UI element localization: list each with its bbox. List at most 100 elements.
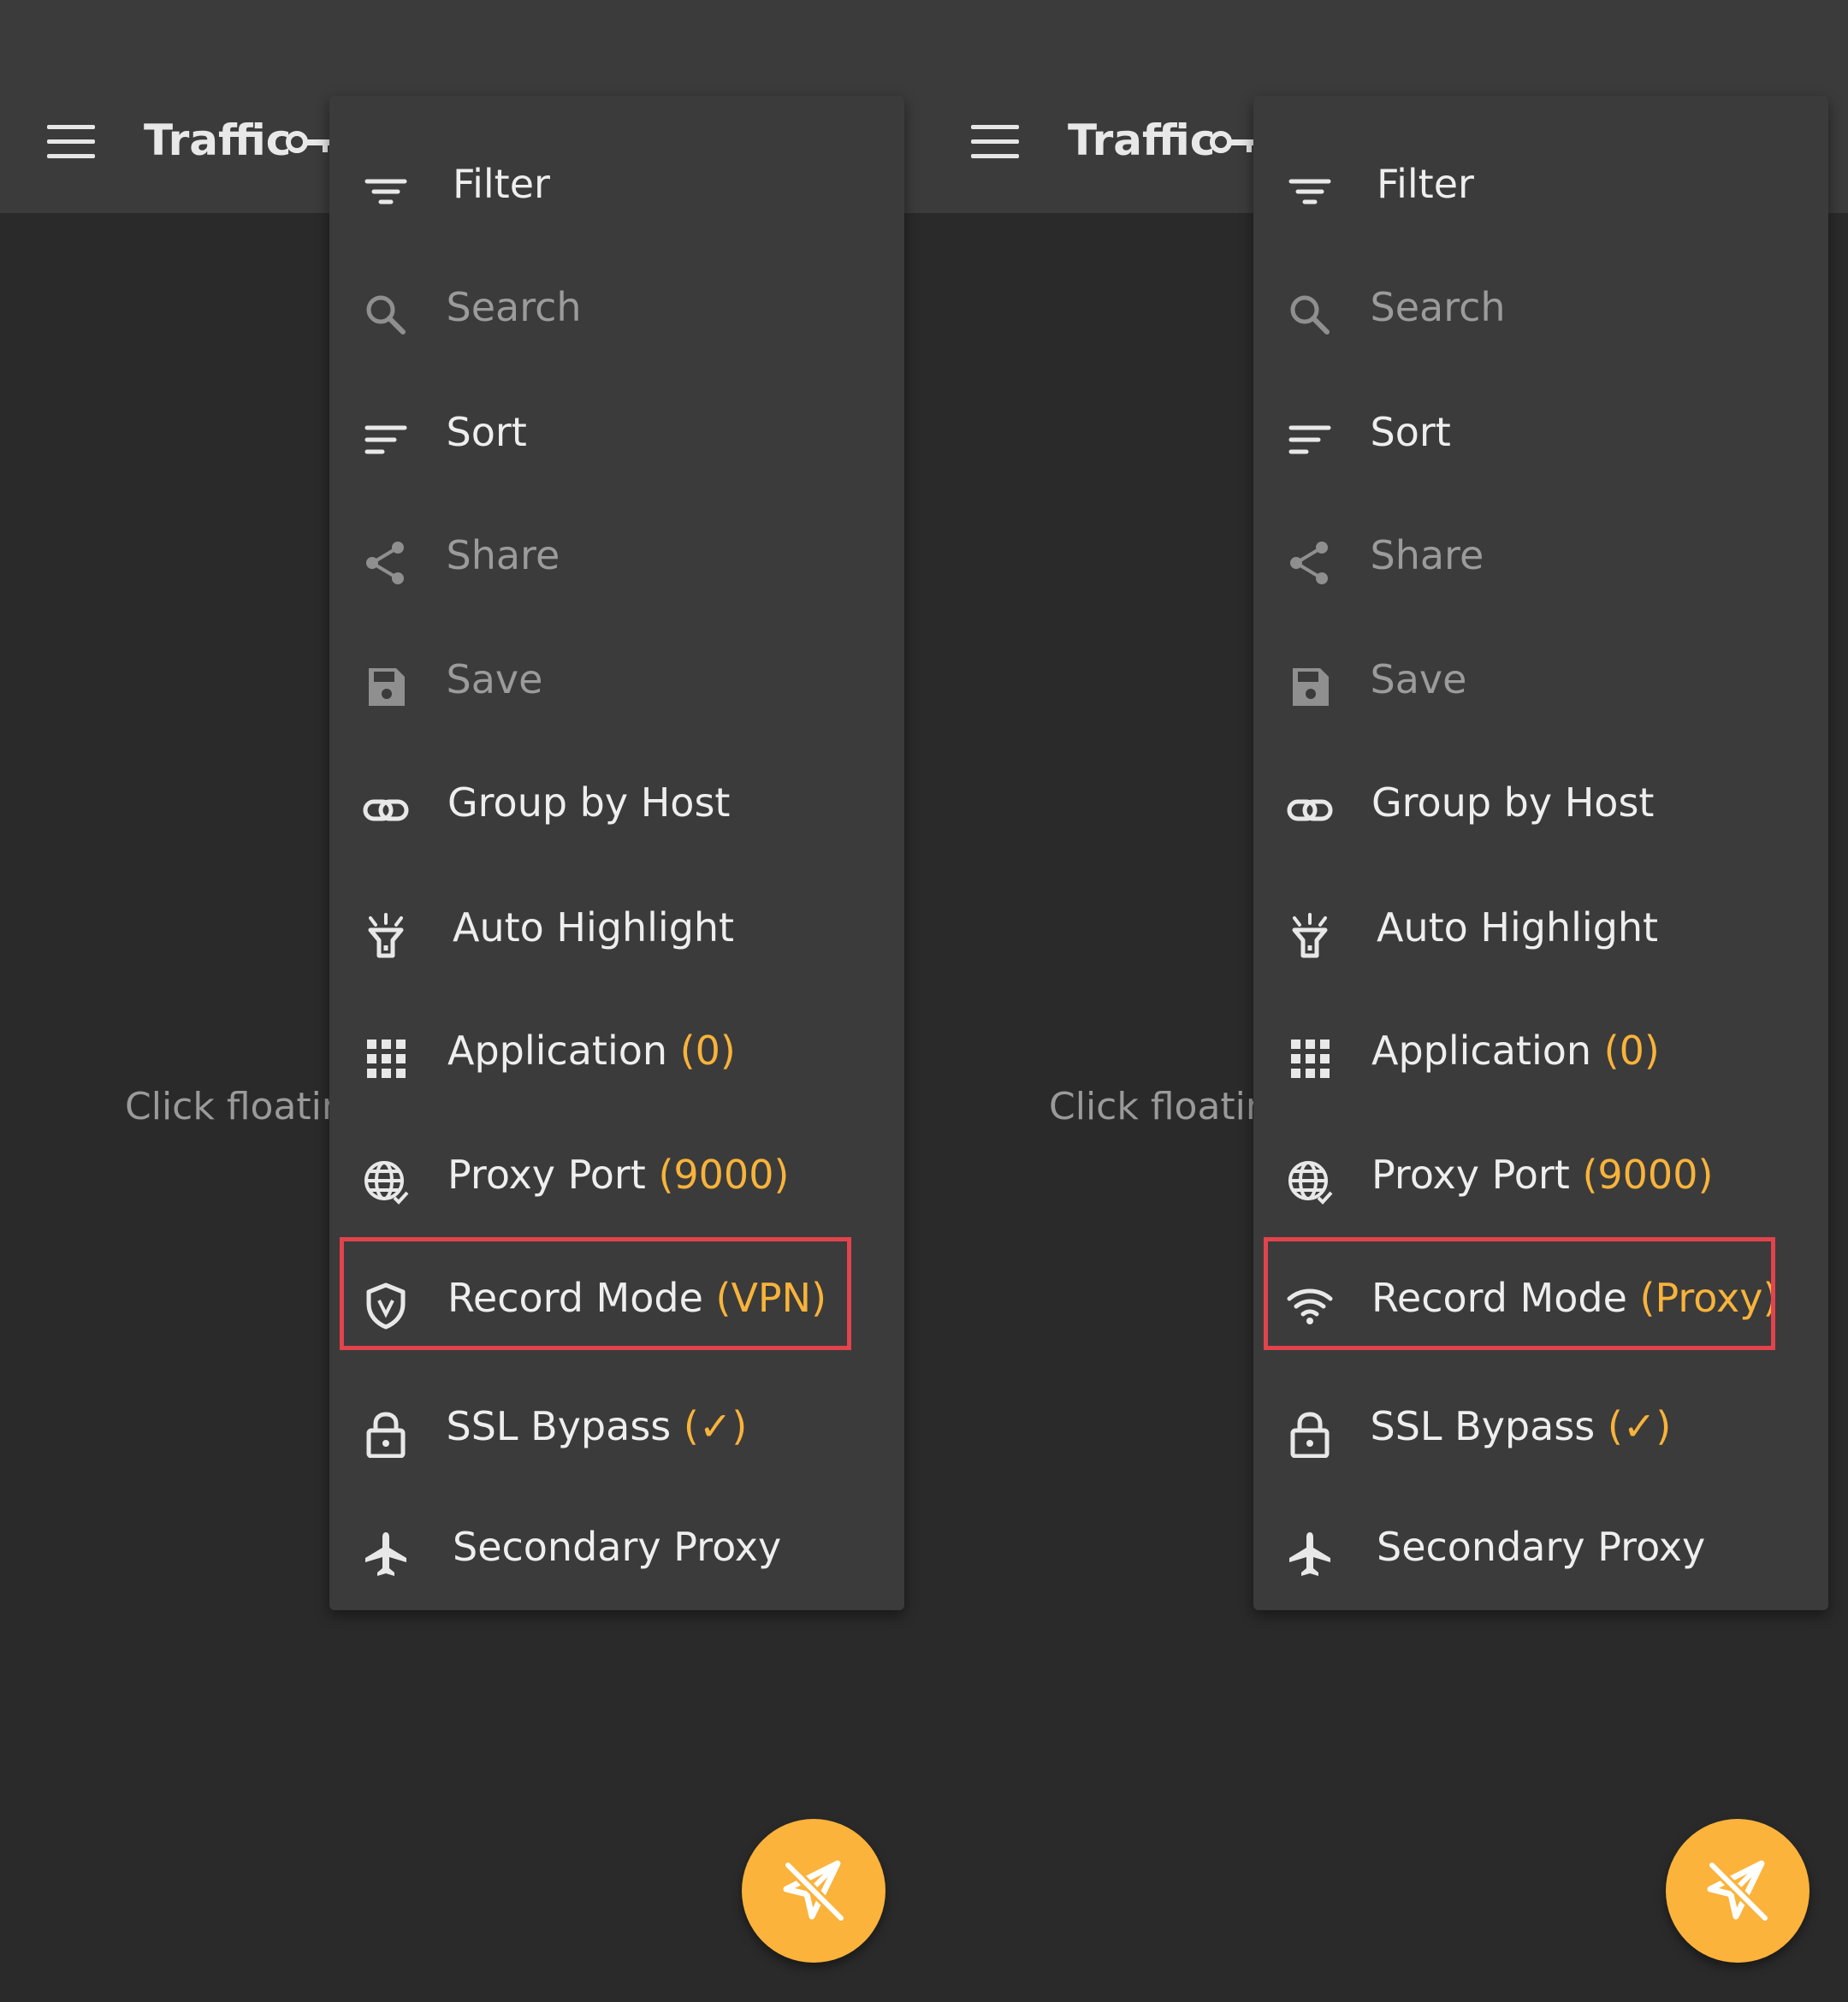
menu-item-label: Save — [1371, 656, 1467, 702]
flashlight-icon — [1292, 912, 1328, 957]
globe-icon — [364, 1161, 409, 1205]
menu-item-label: Group by Host — [447, 779, 730, 826]
start-capture-button[interactable] — [742, 1819, 886, 1963]
menu-item-label: Search — [447, 284, 582, 330]
menu-item-application[interactable]: Application (0) — [329, 993, 904, 1116]
menu-label-text: Search — [446, 284, 582, 330]
menu-item-ssl-bypass[interactable]: SSL Bypass (✓) — [329, 1369, 904, 1492]
menu-label-text: Filter — [1377, 161, 1474, 207]
menu-label-text: Search — [1370, 284, 1506, 330]
share-icon — [1290, 541, 1328, 584]
menu-item-auto-highlight[interactable]: Auto Highlight — [329, 870, 904, 993]
menu-item-search[interactable]: Search — [329, 250, 904, 373]
panel-vpn-mode: Traffic Click floatin Filter Search Sort Sh… — [0, 0, 924, 2002]
link-icon — [363, 799, 409, 821]
menu-item-proxy-port[interactable]: Proxy Port (9000) — [329, 1117, 904, 1241]
menu-item-save[interactable]: Save — [329, 622, 904, 745]
menu-item-label: Save — [447, 656, 543, 702]
menu-item-secondary-proxy[interactable]: Secondary Proxy — [1253, 1490, 1828, 1613]
menu-item-value: (✓) — [1607, 1403, 1672, 1449]
menu-item-value: (0) — [1603, 1027, 1660, 1074]
menu-item-label: SSL Bypass (✓) — [1371, 1403, 1672, 1449]
menu-item-secondary-proxy[interactable]: Secondary Proxy — [329, 1490, 904, 1613]
menu-drawer-icon[interactable] — [971, 125, 1019, 159]
menu-label-text: Proxy Port — [447, 1152, 659, 1198]
menu-item-label: Auto Highlight — [453, 904, 734, 951]
menu-item-label: Group by Host — [1371, 779, 1654, 826]
start-capture-button[interactable] — [1666, 1819, 1810, 1963]
lock-icon — [366, 1412, 406, 1458]
menu-item-auto-highlight[interactable]: Auto Highlight — [1253, 870, 1828, 993]
menu-label-text: Sort — [446, 408, 527, 455]
menu-item-label: Record Mode (VPN) — [447, 1275, 826, 1321]
status-bar — [0, 0, 924, 99]
menu-item-share[interactable]: Share — [1253, 498, 1828, 621]
menu-label-text: Auto Highlight — [1377, 903, 1659, 951]
menu-label-text: Group by Host — [447, 779, 731, 826]
menu-item-filter[interactable]: Filter — [1253, 127, 1828, 250]
globe-icon — [1288, 1161, 1333, 1205]
menu-item-sort[interactable]: Sort — [329, 375, 904, 498]
menu-label-text: Auto Highlight — [453, 903, 735, 951]
menu-label-text: Save — [1370, 656, 1467, 702]
airplane-icon — [365, 1532, 406, 1576]
key-icon — [286, 131, 335, 153]
sort-icon — [364, 425, 407, 453]
menu-item-label: Secondary Proxy — [453, 1524, 781, 1570]
menu-item-filter[interactable]: Filter — [329, 127, 904, 250]
menu-label-text: Sort — [1370, 408, 1451, 455]
menu-item-label: Search — [1371, 284, 1506, 330]
vpn-shield-icon — [366, 1282, 406, 1330]
menu-label-text: Filter — [453, 161, 550, 207]
menu-item-label: SSL Bypass (✓) — [447, 1403, 748, 1449]
apps-grid-icon — [367, 1039, 406, 1078]
menu-item-search[interactable]: Search — [1253, 250, 1828, 373]
menu-item-label: Application (0) — [1371, 1028, 1660, 1074]
menu-item-label: Proxy Port (9000) — [1371, 1152, 1713, 1198]
menu-label-text: SSL Bypass — [446, 1403, 684, 1449]
menu-item-label: Share — [447, 532, 560, 578]
menu-item-label: Proxy Port (9000) — [447, 1152, 789, 1198]
menu-item-label: Filter — [1377, 161, 1474, 207]
page-title: Traffic — [144, 116, 292, 165]
menu-drawer-icon[interactable] — [47, 125, 95, 159]
save-icon — [1293, 668, 1329, 706]
menu-item-label: Filter — [453, 161, 550, 207]
menu-label-text: Proxy Port — [1371, 1152, 1583, 1198]
menu-item-label: Application (0) — [447, 1028, 736, 1074]
menu-item-value: (VPN) — [715, 1275, 827, 1321]
menu-label-text: Share — [1370, 531, 1484, 578]
overflow-menu: Filter Search Sort Share Save Group by Host Au… — [1253, 96, 1828, 1610]
key-icon — [1210, 131, 1259, 153]
filter-icon — [1288, 179, 1331, 204]
menu-label-text: Save — [446, 656, 543, 702]
paper-plane-off-icon — [782, 1859, 845, 1922]
empty-state-hint: Click floatin — [125, 1085, 346, 1128]
menu-item-value: (Proxy) — [1639, 1275, 1779, 1321]
sort-icon — [1288, 425, 1331, 453]
menu-item-share[interactable]: Share — [329, 498, 904, 621]
overflow-menu: Filter Search Sort Share Save Group by Host Au… — [329, 96, 904, 1610]
menu-item-label: Auto Highlight — [1377, 904, 1658, 951]
menu-label-text: Application — [1371, 1027, 1604, 1074]
menu-item-save[interactable]: Save — [1253, 622, 1828, 745]
menu-item-label: Share — [1371, 532, 1484, 578]
menu-item-record-mode[interactable]: Record Mode (VPN) — [329, 1237, 904, 1364]
menu-label-text: Record Mode — [447, 1275, 716, 1321]
menu-item-application[interactable]: Application (0) — [1253, 993, 1828, 1116]
menu-item-value: (✓) — [683, 1403, 748, 1449]
menu-item-record-mode[interactable]: Record Mode (Proxy) — [1253, 1237, 1828, 1364]
search-icon — [366, 295, 406, 335]
link-icon — [1287, 799, 1333, 821]
menu-item-sort[interactable]: Sort — [1253, 375, 1828, 498]
empty-state-hint: Click floatin — [1049, 1085, 1270, 1128]
search-icon — [1290, 295, 1330, 335]
status-bar — [924, 0, 1848, 99]
lock-icon — [1290, 1412, 1330, 1458]
menu-item-proxy-port[interactable]: Proxy Port (9000) — [1253, 1117, 1828, 1241]
menu-item-group-by-host[interactable]: Group by Host — [329, 745, 904, 868]
menu-item-group-by-host[interactable]: Group by Host — [1253, 745, 1828, 868]
paper-plane-off-icon — [1706, 1859, 1769, 1922]
wifi-icon — [1287, 1288, 1333, 1324]
menu-item-ssl-bypass[interactable]: SSL Bypass (✓) — [1253, 1369, 1828, 1492]
